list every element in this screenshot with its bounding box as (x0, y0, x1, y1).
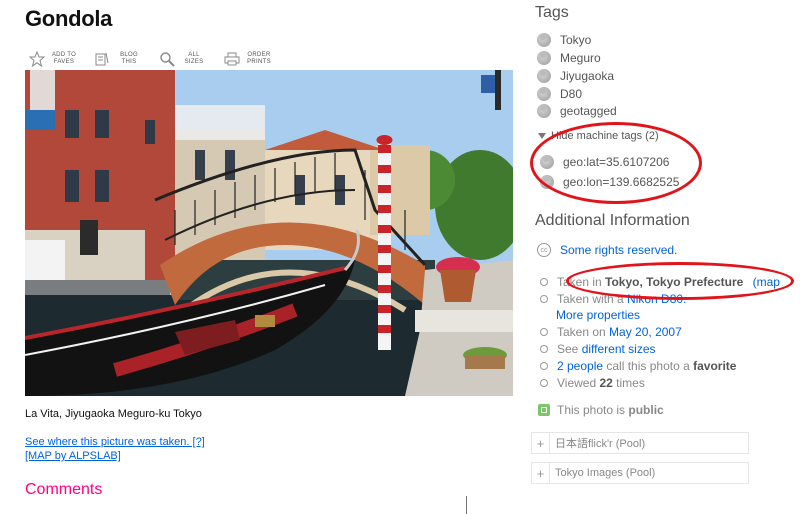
magnifier-icon (158, 50, 176, 68)
hide-machine-tags-toggle[interactable]: Hide machine tags (2) (538, 130, 659, 142)
tag-label[interactable]: D80 (560, 87, 582, 101)
star-icon (28, 50, 46, 68)
view-count: 22 (599, 376, 613, 390)
plus-icon[interactable]: + (532, 463, 550, 483)
additional-info-heading: Additional Information (535, 212, 690, 229)
tag-item[interactable]: Meguro (537, 51, 601, 65)
machine-tag-label[interactable]: geo:lat=35.6107206 (563, 155, 669, 169)
fav-middle-text: call this photo a (603, 359, 694, 373)
taken-in-place[interactable]: Tokyo, Tokyo Prefecture (605, 275, 743, 289)
globe-icon (537, 87, 551, 101)
pool-name[interactable]: 日本語flick'r (Pool) (550, 435, 645, 451)
plus-icon[interactable]: + (532, 433, 550, 453)
more-properties-link[interactable]: More properties (556, 308, 640, 322)
some-rights-link[interactable]: Some rights reserved. (560, 243, 677, 257)
order-prints-button[interactable]: ORDER PRINTS (223, 50, 274, 68)
order-prints-label: ORDER PRINTS (247, 52, 271, 65)
public-word: public (628, 403, 664, 417)
privacy-row: This photo is public (538, 403, 664, 417)
collapse-triangle-icon (538, 133, 546, 139)
sizes-row: See different sizes (540, 342, 656, 356)
fav-count-link[interactable]: 2 people (557, 359, 603, 373)
globe-icon (537, 33, 551, 47)
tag-label[interactable]: geotagged (560, 104, 617, 118)
divider (466, 496, 467, 514)
blog-icon (93, 50, 111, 68)
taken-on-row: Taken on May 20, 2007 (540, 325, 682, 339)
globe-icon (537, 69, 551, 83)
blog-this-button[interactable]: BLOG THIS (93, 50, 144, 68)
bullet-icon (540, 295, 548, 303)
taken-on-prefix: Taken on (557, 325, 610, 339)
rights-row: cc Some rights reserved. (537, 243, 677, 257)
machine-tag-label[interactable]: geo:lon=139.6682525 (563, 175, 679, 189)
viewed-suffix: times (612, 376, 645, 390)
pool-item[interactable]: + Tokyo Images (Pool) (531, 462, 749, 484)
map-link[interactable]: (map (753, 275, 780, 289)
see-where-taken-link[interactable]: See where this picture was taken. [?] (25, 436, 205, 448)
creative-commons-icon: cc (537, 243, 551, 257)
tag-label[interactable]: Jiyugaoka (560, 69, 614, 83)
public-lock-icon (538, 404, 550, 416)
all-sizes-label: ALL SIZES (184, 52, 204, 65)
tag-item[interactable]: geotagged (537, 104, 617, 118)
favorite-word: favorite (693, 359, 737, 373)
bullet-icon (540, 362, 548, 370)
globe-icon (540, 155, 554, 169)
photo-toolbar: ADD TO FAVES BLOG THIS ALL SIZES ORDER P… (28, 50, 274, 68)
all-sizes-button[interactable]: ALL SIZES (158, 50, 209, 68)
gondola-photo[interactable] (25, 70, 513, 396)
tag-item[interactable]: Tokyo (537, 33, 591, 47)
machine-tag-item[interactable]: geo:lat=35.6107206 (540, 155, 669, 169)
add-to-faves-label: ADD TO FAVES (51, 52, 77, 65)
different-sizes-link[interactable]: different sizes (582, 342, 656, 356)
more-properties-row: More properties (556, 308, 640, 322)
machine-tag-item[interactable]: geo:lon=139.6682525 (540, 175, 679, 189)
bullet-icon (540, 379, 548, 387)
taken-in-row: Taken in Tokyo, Tokyo Prefecture (map (540, 275, 780, 289)
tags-heading: Tags (535, 4, 569, 21)
photo-title: Gondola (25, 6, 113, 31)
globe-icon (537, 51, 551, 65)
views-row: Viewed 22 times (540, 376, 645, 390)
bullet-icon (540, 278, 548, 286)
see-prefix: See (557, 342, 582, 356)
public-prefix: This photo is (557, 403, 629, 417)
favorites-row: 2 people call this photo a favorite (540, 359, 736, 373)
viewed-prefix: Viewed (557, 376, 600, 390)
hide-machine-tags-label[interactable]: Hide machine tags (2) (551, 130, 659, 142)
blog-this-label: BLOG THIS (120, 52, 138, 65)
globe-icon (540, 175, 554, 189)
add-to-faves-button[interactable]: ADD TO FAVES (28, 50, 79, 68)
pool-item[interactable]: + 日本語flick'r (Pool) (531, 432, 749, 454)
taken-with-row: Taken with a Nikon D80. (540, 292, 686, 306)
tag-item[interactable]: Jiyugaoka (537, 69, 614, 83)
comments-heading: Comments (25, 481, 103, 498)
taken-in-prefix: Taken in (557, 275, 606, 289)
printer-icon (223, 50, 241, 68)
taken-with-prefix: Taken with a (557, 292, 628, 306)
taken-on-date-link[interactable]: May 20, 2007 (609, 325, 682, 339)
tag-item[interactable]: D80 (537, 87, 582, 101)
tag-label[interactable]: Meguro (560, 51, 601, 65)
bullet-icon (540, 328, 548, 336)
camera-link[interactable]: Nikon D80. (627, 292, 686, 306)
map-by-alpslab-link[interactable]: [MAP by ALPSLAB] (25, 450, 121, 462)
bullet-icon (540, 345, 548, 353)
globe-icon (537, 104, 551, 118)
photo-caption: La Vita, Jiyugaoka Meguro-ku Tokyo (25, 408, 202, 420)
pool-name[interactable]: Tokyo Images (Pool) (550, 467, 655, 479)
tag-label[interactable]: Tokyo (560, 33, 591, 47)
